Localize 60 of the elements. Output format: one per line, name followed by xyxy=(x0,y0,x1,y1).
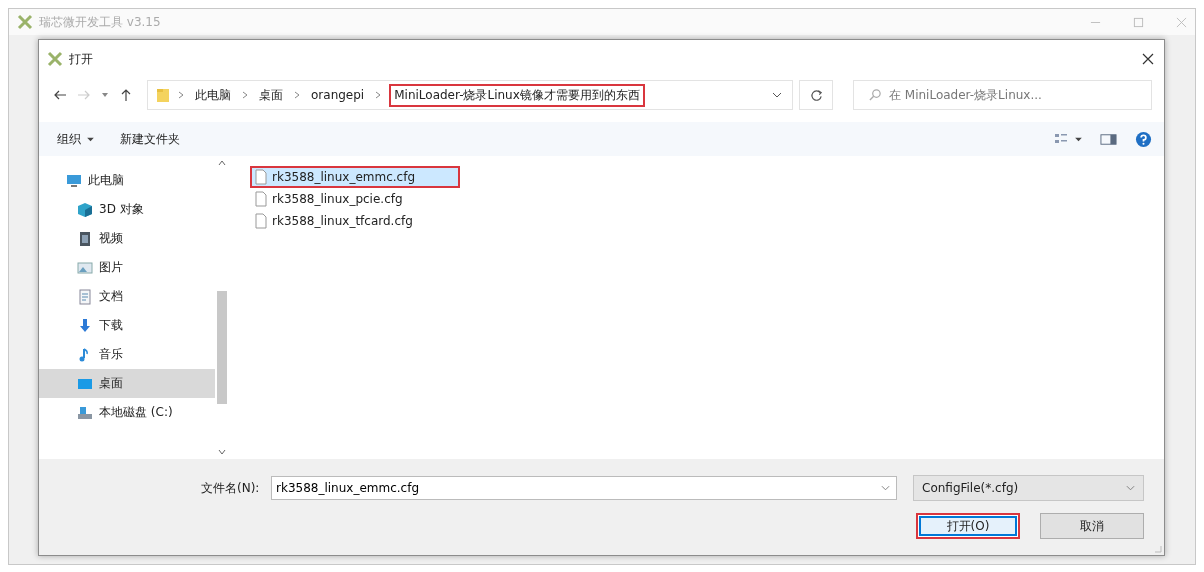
file-item[interactable]: rk3588_linux_tfcard.cfg xyxy=(250,210,460,232)
chevron-icon xyxy=(294,91,300,99)
up-arrow-icon[interactable] xyxy=(119,88,133,102)
dropdown-caret-icon[interactable] xyxy=(772,92,782,98)
refresh-button[interactable] xyxy=(799,80,833,110)
download-arrow-icon xyxy=(77,317,93,334)
app-logo-icon xyxy=(17,14,33,30)
breadcrumb[interactable]: MiniLoader-烧录Linux镜像才需要用到的东西 xyxy=(389,83,645,107)
refresh-icon xyxy=(809,88,823,102)
folder-icon xyxy=(156,87,170,103)
dropdown-caret-icon xyxy=(1126,485,1135,491)
sidebar-item[interactable]: 桌面 xyxy=(39,369,215,398)
file-icon xyxy=(255,169,267,185)
sidebar-item[interactable]: 下载 xyxy=(39,311,215,340)
drive-icon xyxy=(77,404,93,421)
image-icon xyxy=(77,259,93,276)
scroll-up-icon[interactable] xyxy=(218,160,226,166)
help-icon[interactable] xyxy=(1135,130,1152,148)
scroll-down-icon[interactable] xyxy=(218,449,226,455)
address-bar[interactable]: 此电脑 桌面 orangepi MiniLoader-烧录Linux镜像才需要用到的东西 xyxy=(147,80,793,110)
file-type-dropdown[interactable]: ConfigFile(*.cfg) xyxy=(913,475,1144,501)
search-icon xyxy=(869,88,882,101)
sidebar-item[interactable]: 本地磁盘 (C:) xyxy=(39,398,215,427)
computer-icon xyxy=(66,172,82,189)
filename-label: 文件名(N): xyxy=(201,479,261,497)
sidebar-item[interactable]: 音乐 xyxy=(39,340,215,369)
sidebar-item[interactable]: 视频 xyxy=(39,224,215,253)
chevron-icon xyxy=(242,91,248,99)
sidebar-item[interactable]: 文档 xyxy=(39,282,215,311)
new-folder-button[interactable]: 新建文件夹 xyxy=(120,130,180,148)
breadcrumb[interactable]: orangepi xyxy=(308,87,368,103)
caret-icon xyxy=(1075,136,1082,142)
breadcrumb[interactable]: 桌面 xyxy=(256,85,286,105)
file-icon xyxy=(255,213,267,229)
dialog-title: 打开 xyxy=(69,50,93,68)
cube-icon xyxy=(77,201,93,218)
organize-button[interactable]: 组织 xyxy=(57,130,94,148)
search-field[interactable]: 在 MiniLoader-烧录Linux... xyxy=(853,80,1152,110)
chevron-icon xyxy=(178,91,184,99)
sidebar-item[interactable]: 图片 xyxy=(39,253,215,282)
back-arrow-icon[interactable] xyxy=(53,88,67,102)
app-logo-icon xyxy=(47,51,63,67)
caret-icon[interactable] xyxy=(101,91,109,99)
sidebar-item[interactable]: 此电脑 xyxy=(39,166,215,195)
file-item[interactable]: rk3588_linux_emmc.cfg xyxy=(250,166,460,188)
cancel-button[interactable]: 取消 xyxy=(1040,513,1144,539)
close-icon[interactable] xyxy=(1142,53,1154,65)
chevron-icon xyxy=(375,91,382,99)
file-icon xyxy=(255,191,267,207)
filename-field[interactable]: rk3588_linux_emmc.cfg xyxy=(271,476,897,500)
caret-icon xyxy=(87,136,94,142)
breadcrumb[interactable]: 此电脑 xyxy=(192,85,234,105)
open-button[interactable]: 打开(O) xyxy=(916,513,1020,539)
file-item[interactable]: rk3588_linux_pcie.cfg xyxy=(250,188,460,210)
window-title: 瑞芯微开发工具 v3.15 xyxy=(39,13,161,31)
sidebar-item[interactable]: 3D 对象 xyxy=(39,195,215,224)
resize-grip-icon[interactable] xyxy=(1154,545,1162,553)
document-icon xyxy=(77,288,93,305)
scrollbar-thumb[interactable] xyxy=(217,290,227,404)
film-icon xyxy=(77,230,93,247)
